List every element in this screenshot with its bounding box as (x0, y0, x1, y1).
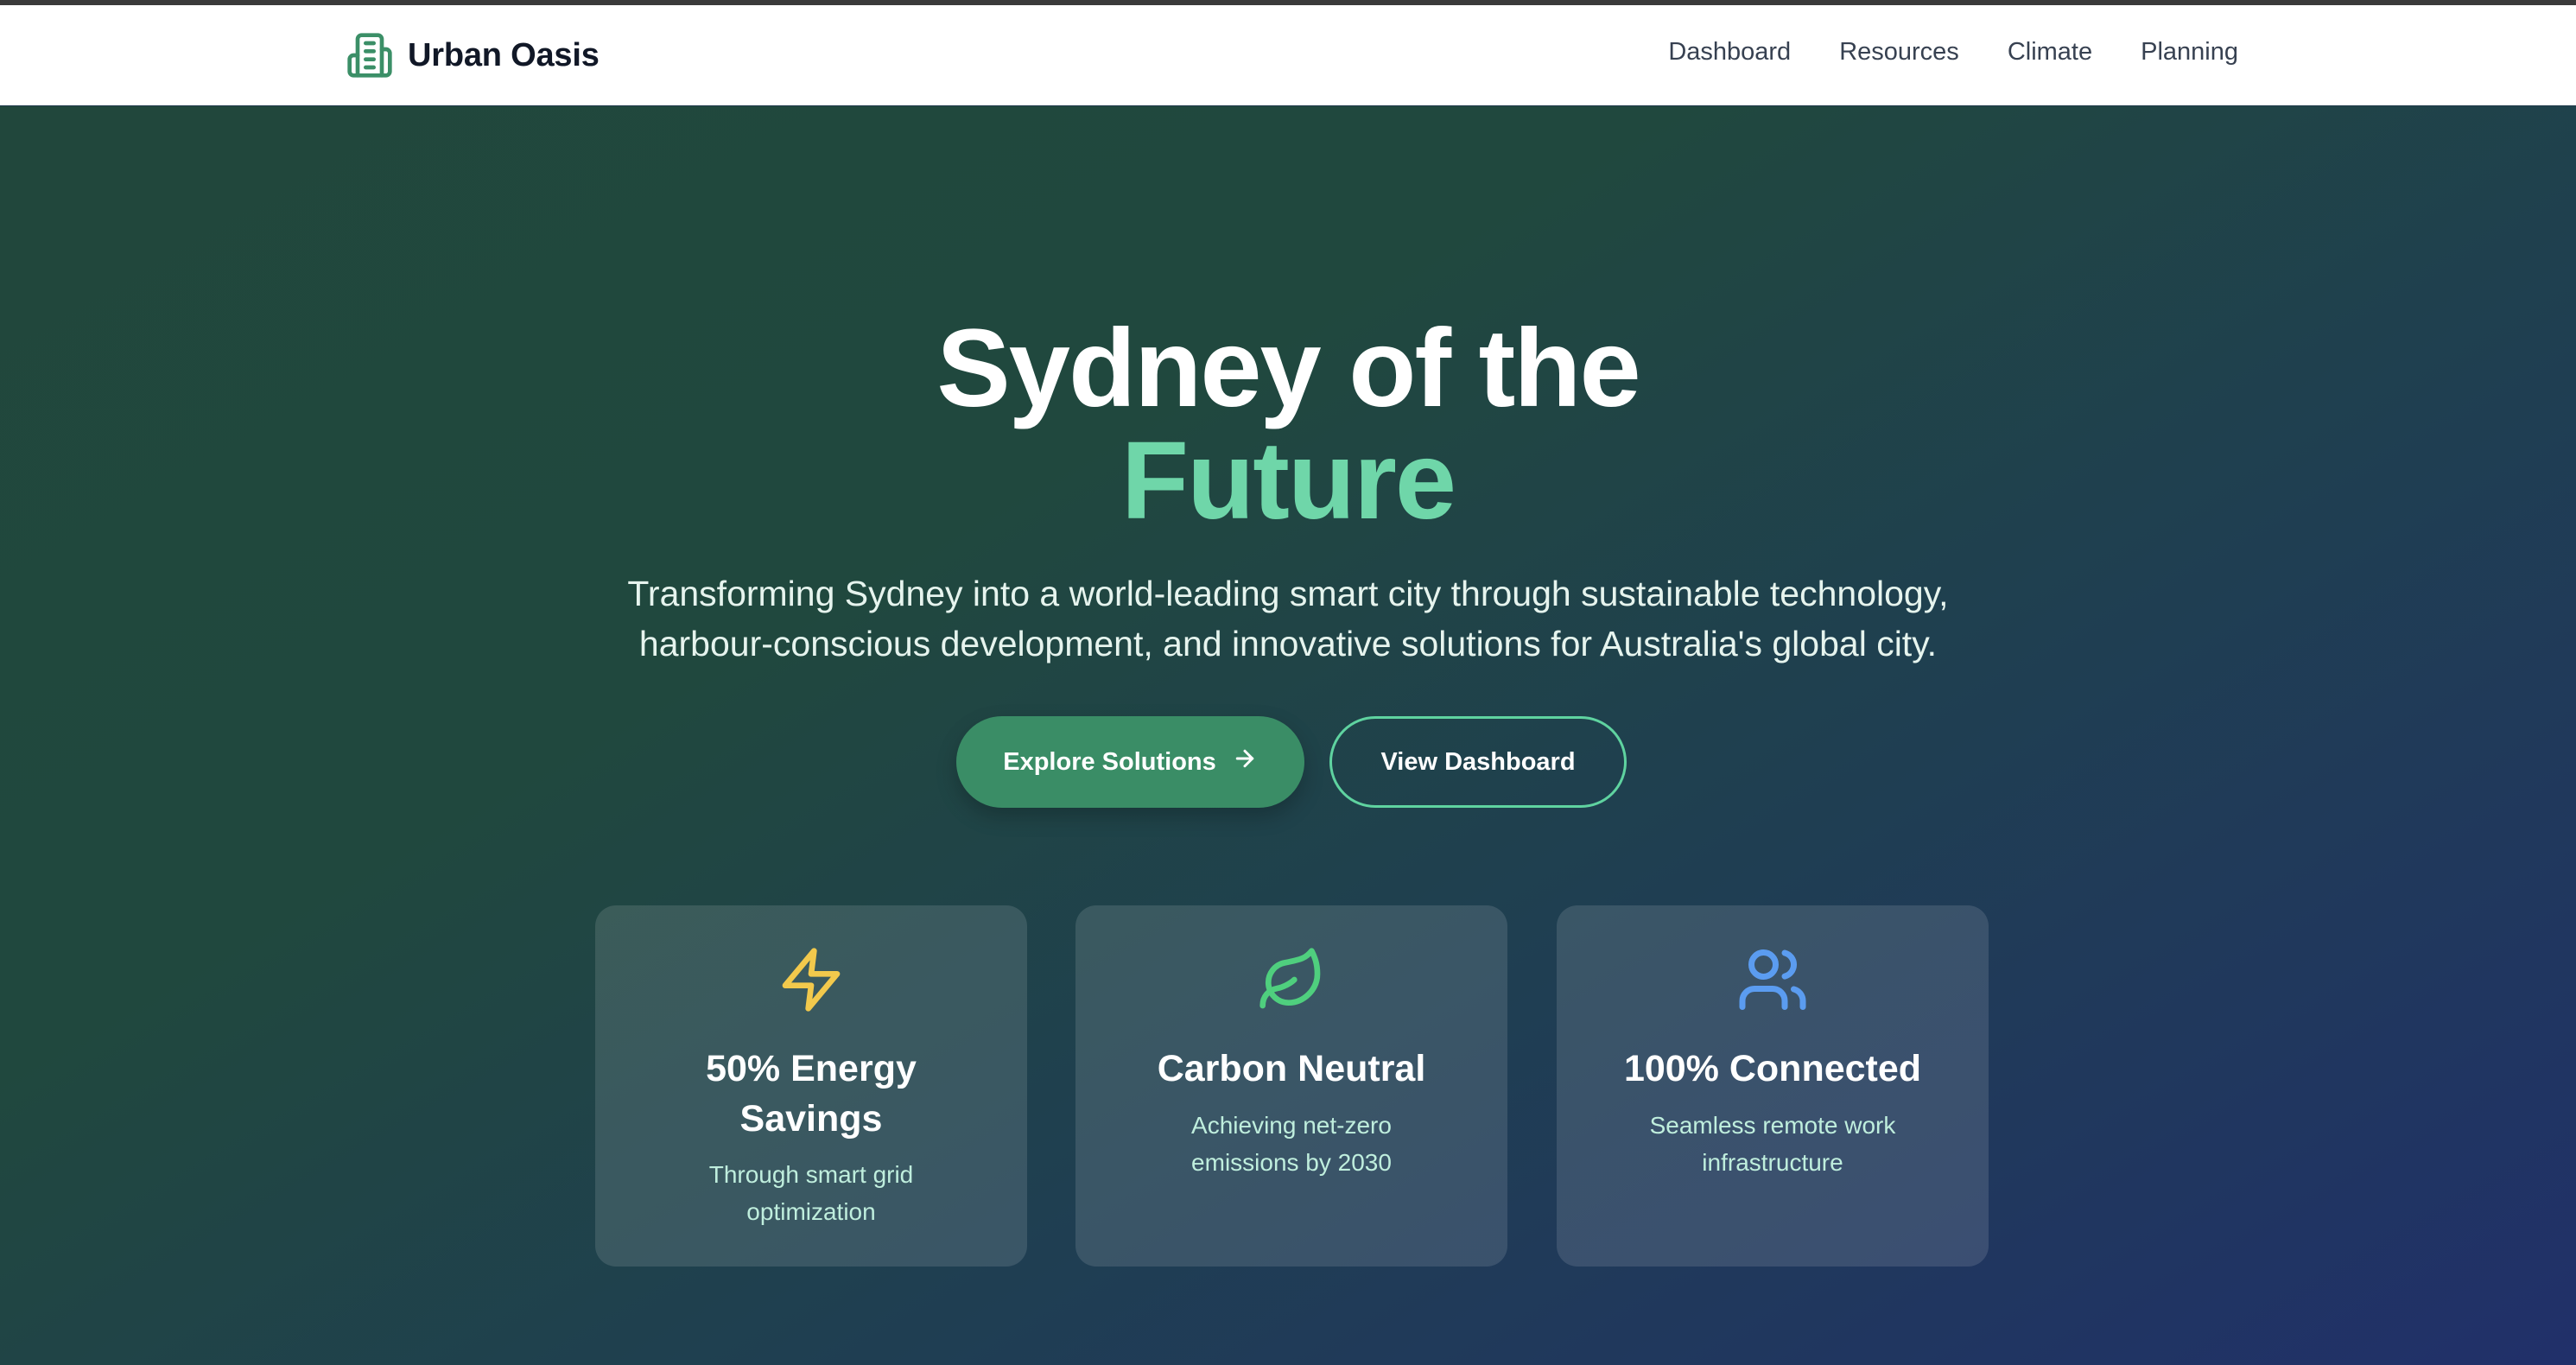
nav-link-planning[interactable]: Planning (2141, 38, 2238, 67)
feature-card-energy: 50% Energy Savings Through smart grid op… (595, 905, 1027, 1267)
hero-subtitle: Transforming Sydney into a world-leading… (627, 574, 1949, 663)
explore-solutions-label: Explore Solutions (1003, 747, 1216, 776)
explore-solutions-button[interactable]: Explore Solutions (956, 716, 1304, 808)
main-nav: Dashboard Resources Climate Planning (1668, 38, 2238, 67)
view-dashboard-label: View Dashboard (1380, 747, 1576, 776)
hero-section: Sydney of the Future Transforming Sydney… (0, 106, 2576, 1365)
feature-card-title: 100% Connected (1623, 1048, 1922, 1089)
users-icon (1736, 943, 1809, 1016)
leaf-icon (1255, 943, 1328, 1016)
brand-logo-link[interactable]: Urban Oasis (346, 29, 600, 81)
nav-link-climate[interactable]: Climate (2008, 38, 2092, 67)
feature-card-connected: 100% Connected Seamless remote work infr… (1557, 905, 1989, 1267)
arrow-right-icon (1232, 746, 1258, 778)
feature-card-description: Seamless remote work infrastructure (1649, 1112, 1896, 1176)
lightning-icon (775, 943, 847, 1016)
view-dashboard-button[interactable]: View Dashboard (1329, 716, 1627, 808)
top-navbar: Urban Oasis Dashboard Resources Climate … (0, 5, 2576, 105)
hero-title-line1: Sydney of the (936, 307, 1640, 430)
feature-card-title: Carbon Neutral (1157, 1048, 1426, 1089)
nav-link-dashboard[interactable]: Dashboard (1668, 38, 1791, 67)
nav-link-resources[interactable]: Resources (1839, 38, 1959, 67)
feature-card-title: 50% Energy Savings (706, 1048, 917, 1140)
feature-cards: 50% Energy Savings Through smart grid op… (0, 905, 2576, 1268)
brand-name: Urban Oasis (408, 36, 600, 73)
feature-card-description: Achieving net-zero emissions by 2030 (1191, 1112, 1392, 1176)
building-icon (346, 31, 394, 79)
feature-card-carbon: Carbon Neutral Achieving net-zero emissi… (1075, 905, 1507, 1267)
feature-card-description: Through smart grid optimization (708, 1161, 914, 1225)
hero-title-line2: Future (1120, 419, 1456, 543)
